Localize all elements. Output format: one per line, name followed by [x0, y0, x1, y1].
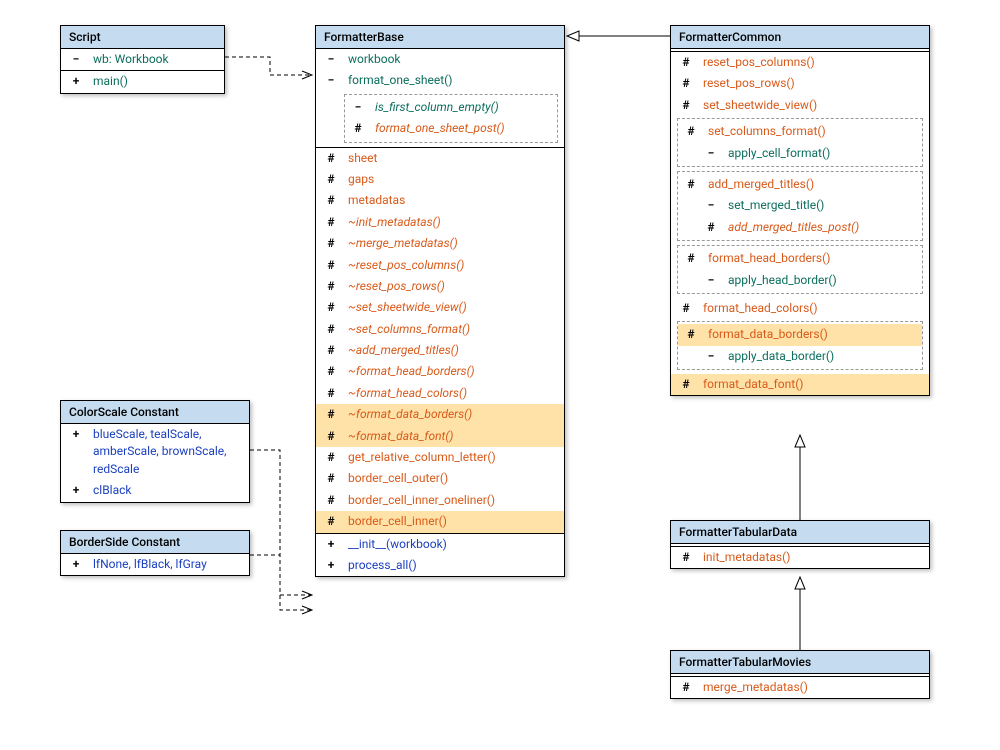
class-script: Script − wb: Workbook + main() — [60, 25, 225, 94]
class-member: + lfNone, lfBlack, lfGray — [61, 554, 249, 575]
class-title: Script — [61, 26, 224, 49]
class-member: #~merge_metadatas() — [316, 233, 564, 254]
class-member: #format_data_borders() — [678, 324, 922, 345]
class-member: #set_columns_format() — [678, 121, 922, 142]
class-member: #format_one_sheet_post() — [345, 118, 557, 139]
class-member: #format_head_colors() — [671, 298, 929, 319]
class-member: # init_metadatas() — [671, 547, 929, 568]
class-title: FormatterTabularData — [671, 521, 929, 544]
class-member: −apply_head_border() — [678, 270, 922, 291]
class-member: + clBlack — [61, 480, 249, 501]
class-member: #sheet — [316, 148, 564, 169]
class-title: FormatterCommon — [671, 26, 929, 49]
class-member: #set_sheetwide_view() — [671, 95, 929, 116]
class-member: −apply_cell_format() — [678, 143, 922, 164]
class-member: + blueScale, tealScale, amberScale, brow… — [61, 424, 249, 480]
class-member: #~format_head_colors() — [316, 383, 564, 404]
class-member: #border_cell_inner() — [316, 511, 564, 532]
class-member: +process_all() — [316, 555, 564, 576]
class-member: # merge_metadatas() — [671, 677, 929, 698]
class-member: −format_one_sheet() — [316, 70, 564, 91]
class-member: #~set_columns_format() — [316, 319, 564, 340]
class-member: #gaps — [316, 169, 564, 190]
diagram-canvas: Script − wb: Workbook + main() ColorScal… — [0, 0, 1000, 750]
class-member: #~set_sheetwide_view() — [316, 297, 564, 318]
class-borderside: BorderSide Constant + lfNone, lfBlack, l… — [60, 530, 250, 576]
class-member: −set_merged_title() — [678, 195, 922, 216]
class-member: #reset_pos_rows() — [671, 73, 929, 94]
class-member: + main() — [61, 71, 224, 92]
class-member: #metadatas — [316, 190, 564, 211]
class-member: +__init__(workbook) — [316, 534, 564, 555]
nested-group: #set_columns_format()−apply_cell_format(… — [677, 118, 923, 167]
class-member: − wb: Workbook — [61, 49, 224, 70]
nested-group: #add_merged_titles()−set_merged_title()#… — [677, 171, 923, 241]
class-member: #format_data_font() — [671, 374, 929, 395]
class-colorscale: ColorScale Constant + blueScale, tealSca… — [60, 400, 250, 503]
class-member: −apply_data_border() — [678, 346, 922, 367]
class-member: #get_relative_column_letter() — [316, 447, 564, 468]
class-title: FormatterBase — [316, 26, 564, 49]
class-member: #~format_head_borders() — [316, 361, 564, 382]
class-title: BorderSide Constant — [61, 531, 249, 554]
class-member: #~reset_pos_rows() — [316, 276, 564, 297]
class-title: FormatterTabularMovies — [671, 651, 929, 674]
class-member: #~init_metadatas() — [316, 212, 564, 233]
class-member: #~reset_pos_columns() — [316, 255, 564, 276]
class-formattertabularmovies: FormatterTabularMovies # merge_metadatas… — [670, 650, 930, 699]
class-member: #~format_data_borders() — [316, 404, 564, 425]
class-member: #~add_merged_titles() — [316, 340, 564, 361]
nested-group: #format_data_borders()−apply_data_border… — [677, 321, 923, 370]
class-member: #~format_data_font() — [316, 426, 564, 447]
class-member: −is_first_column_empty() — [345, 97, 557, 118]
class-member: #border_cell_outer() — [316, 468, 564, 489]
class-member: −workbook — [316, 49, 564, 70]
class-member: #reset_pos_columns() — [671, 52, 929, 73]
class-formattercommon: FormatterCommon #reset_pos_columns()#res… — [670, 25, 930, 396]
class-member: #add_merged_titles_post() — [678, 217, 922, 238]
class-title: ColorScale Constant — [61, 401, 249, 424]
class-formattertabulardata: FormatterTabularData # init_metadatas() — [670, 520, 930, 569]
class-member: #format_head_borders() — [678, 248, 922, 269]
class-member: #border_cell_inner_oneliner() — [316, 490, 564, 511]
nested-members: −is_first_column_empty()#format_one_shee… — [344, 94, 558, 143]
class-member: #add_merged_titles() — [678, 174, 922, 195]
nested-group: #format_head_borders()−apply_head_border… — [677, 245, 923, 294]
class-formatterbase: FormatterBase −workbook−format_one_sheet… — [315, 25, 565, 577]
